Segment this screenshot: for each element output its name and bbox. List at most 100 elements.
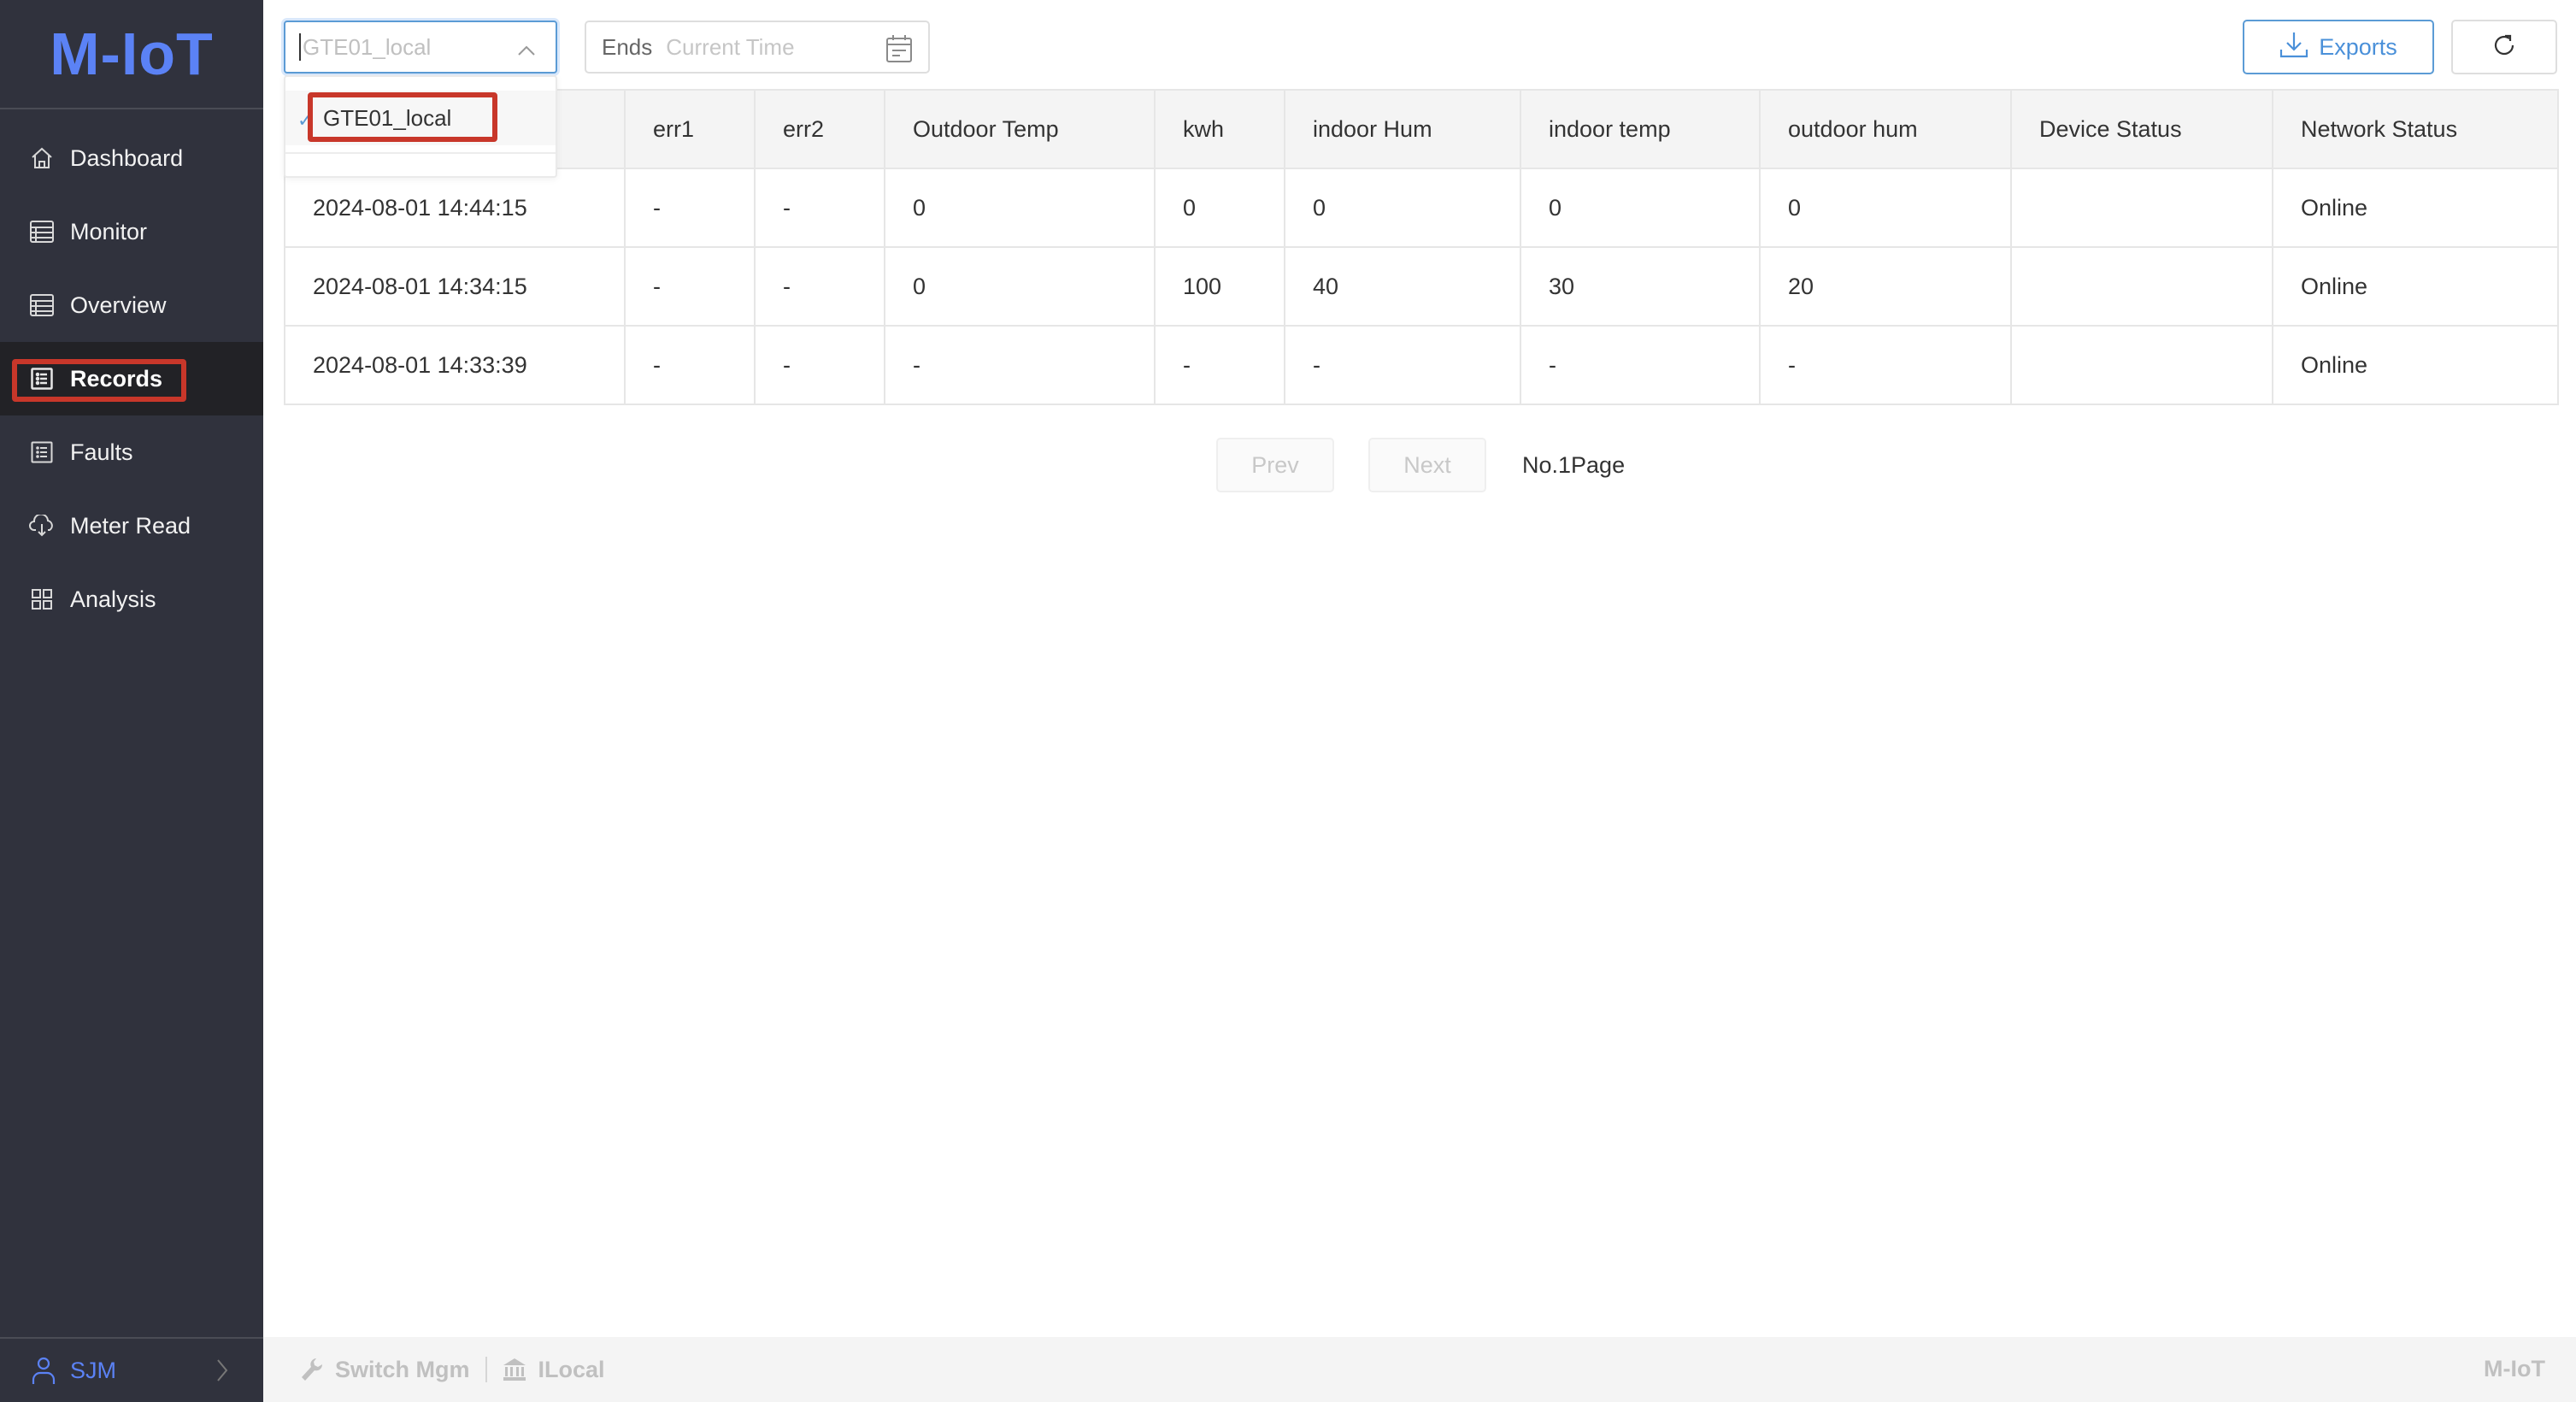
cell-indoor-hum: 0 xyxy=(1284,168,1521,248)
column-header-err1: err1 xyxy=(624,89,756,169)
cell-err2: - xyxy=(754,246,885,327)
cell-err1: - xyxy=(624,246,756,327)
column-header-indoor-hum: indoor Hum xyxy=(1284,89,1521,169)
sidebar-item-label: Overview xyxy=(70,292,167,318)
table-header-row: err1 err2 Outdoor Temp kwh indoor Hum in… xyxy=(284,89,2559,169)
list-table-icon xyxy=(29,292,55,318)
cell-err1: - xyxy=(624,168,756,248)
chevron-right-icon xyxy=(215,1358,229,1389)
local-link[interactable]: ILocal xyxy=(538,1357,605,1383)
cell-outdoor-hum: - xyxy=(1759,325,2012,405)
table-row: 2024-08-01 14:44:15 - - 0 0 0 0 0 Online xyxy=(284,168,2559,248)
sidebar-item-label: Meter Read xyxy=(70,512,191,539)
cell-device-status xyxy=(2010,246,2273,327)
footer-bar: Switch Mgm ILocal M-IoT xyxy=(263,1337,2576,1402)
sidebar-item-label: Faults xyxy=(70,439,133,465)
annotation-highlight-box xyxy=(308,92,497,142)
cloud-download-icon xyxy=(29,513,55,539)
device-select[interactable]: GTE01_local xyxy=(284,21,557,74)
cell-device-status xyxy=(2010,325,2273,405)
sidebar-item-analysis[interactable]: Analysis xyxy=(0,563,263,636)
cell-err1: - xyxy=(624,325,756,405)
app-root: M-IoT Dashboard Monitor Overview Records… xyxy=(0,0,2576,1402)
bank-icon xyxy=(503,1358,526,1381)
cell-time: 2024-08-01 14:44:15 xyxy=(284,168,626,248)
cell-kwh: 100 xyxy=(1154,246,1285,327)
cell-kwh: - xyxy=(1154,325,1285,405)
cell-indoor-temp: 30 xyxy=(1520,246,1761,327)
cell-indoor-hum: 40 xyxy=(1284,246,1521,327)
cell-network-status: Online xyxy=(2272,168,2559,248)
text-cursor xyxy=(299,33,301,61)
app-logo: M-IoT xyxy=(0,0,263,109)
end-time-placeholder: Current Time xyxy=(666,33,795,60)
sidebar-item-label: Dashboard xyxy=(70,144,184,171)
calendar-icon[interactable] xyxy=(885,34,913,69)
cell-time: 2024-08-01 14:33:39 xyxy=(284,325,626,405)
prev-page-button[interactable]: Prev xyxy=(1216,438,1334,492)
footer-brand: M-IoT xyxy=(2484,1356,2545,1381)
footer-divider xyxy=(485,1357,487,1382)
user-name: SJM xyxy=(70,1357,116,1383)
exports-label: Exports xyxy=(2319,33,2397,60)
cell-kwh: 0 xyxy=(1154,168,1285,248)
column-header-network-status: Network Status xyxy=(2272,89,2559,169)
sidebar-item-faults[interactable]: Faults xyxy=(0,415,263,489)
chevron-up-icon xyxy=(516,38,537,64)
sidebar-item-records[interactable]: Records xyxy=(0,342,263,415)
download-icon xyxy=(2279,31,2308,64)
column-header-err2: err2 xyxy=(754,89,885,169)
sidebar-nav: Dashboard Monitor Overview Records Fault… xyxy=(0,121,263,636)
cell-outdoor-temp: - xyxy=(884,325,1156,405)
sidebar-item-monitor[interactable]: Monitor xyxy=(0,195,263,268)
sidebar-item-meter-read[interactable]: Meter Read xyxy=(0,489,263,563)
column-header-device-status: Device Status xyxy=(2010,89,2273,169)
user-menu[interactable]: SJM xyxy=(0,1337,263,1402)
table-row: 2024-08-01 14:33:39 - - - - - - - Online xyxy=(284,325,2559,405)
cell-device-status xyxy=(2010,168,2273,248)
user-icon xyxy=(31,1356,56,1385)
sidebar-item-label: Monitor xyxy=(70,218,148,244)
wrench-icon xyxy=(301,1358,323,1381)
column-header-outdoor-hum: outdoor hum xyxy=(1759,89,2012,169)
end-time-picker[interactable]: Ends Current Time xyxy=(585,21,930,74)
pagination: Prev Next No.1Page xyxy=(1216,438,1625,492)
column-header-outdoor-temp: Outdoor Temp xyxy=(884,89,1156,169)
cell-time: 2024-08-01 14:34:15 xyxy=(284,246,626,327)
cell-indoor-temp: 0 xyxy=(1520,168,1761,248)
dropdown-divider xyxy=(285,152,556,154)
switch-mgm-link[interactable]: Switch Mgm xyxy=(335,1357,470,1383)
cell-outdoor-hum: 20 xyxy=(1759,246,2012,327)
grid-icon xyxy=(29,586,55,612)
faults-list-icon xyxy=(29,439,55,465)
sidebar-item-overview[interactable]: Overview xyxy=(0,268,263,342)
annotation-highlight-box xyxy=(12,359,186,402)
list-table-icon xyxy=(29,219,55,244)
column-header-indoor-temp: indoor temp xyxy=(1520,89,1761,169)
cell-indoor-hum: - xyxy=(1284,325,1521,405)
cell-err2: - xyxy=(754,325,885,405)
page-indicator: No.1Page xyxy=(1522,451,1626,478)
cell-network-status: Online xyxy=(2272,246,2559,327)
device-select-placeholder: GTE01_local xyxy=(303,33,432,60)
home-icon xyxy=(29,145,55,171)
sidebar-item-dashboard[interactable]: Dashboard xyxy=(0,121,263,195)
exports-button[interactable]: Exports xyxy=(2243,20,2434,74)
dropdown-option-gte01-local[interactable]: ✓ GTE01_local xyxy=(285,91,556,145)
next-page-button[interactable]: Next xyxy=(1368,438,1486,492)
cell-network-status: Online xyxy=(2272,325,2559,405)
table-row: 2024-08-01 14:34:15 - - 0 100 40 30 20 O… xyxy=(284,246,2559,327)
sidebar: M-IoT Dashboard Monitor Overview Records… xyxy=(0,0,263,1402)
refresh-button[interactable] xyxy=(2451,20,2557,74)
cell-outdoor-temp: 0 xyxy=(884,246,1156,327)
cell-outdoor-temp: 0 xyxy=(884,168,1156,248)
cell-indoor-temp: - xyxy=(1520,325,1761,405)
cell-err2: - xyxy=(754,168,885,248)
device-dropdown-menu: ✓ GTE01_local xyxy=(284,75,557,178)
sidebar-item-label: Analysis xyxy=(70,586,156,612)
cell-outdoor-hum: 0 xyxy=(1759,168,2012,248)
refresh-icon xyxy=(2491,32,2517,62)
records-table: err1 err2 Outdoor Temp kwh indoor Hum in… xyxy=(284,89,2559,405)
end-time-label: Ends xyxy=(602,33,653,60)
column-header-kwh: kwh xyxy=(1154,89,1285,169)
